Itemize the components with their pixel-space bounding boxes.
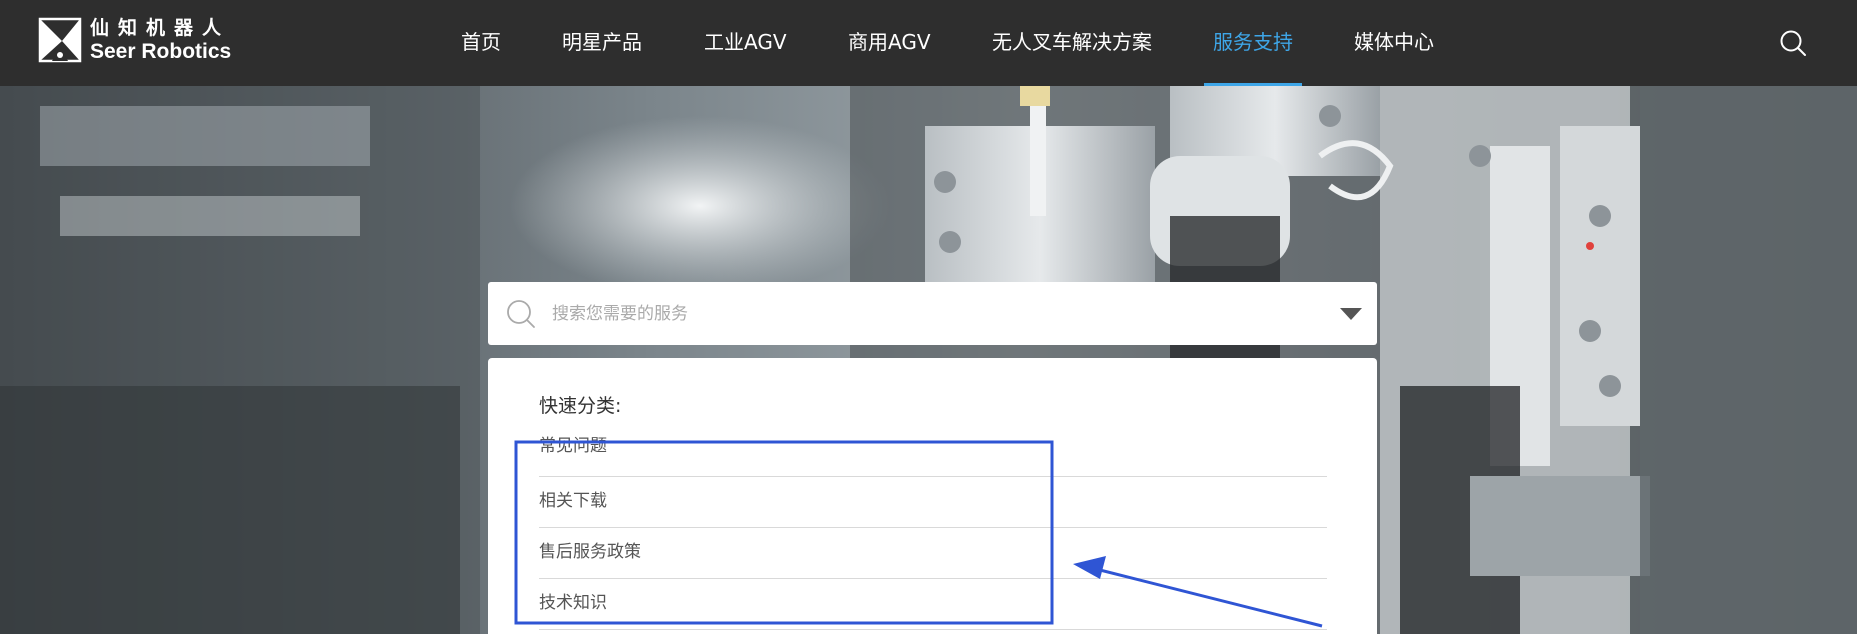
search-icon bbox=[507, 300, 535, 328]
caret-down-icon[interactable] bbox=[1340, 308, 1362, 320]
nav-item-industrial-agv[interactable]: 工业AGV bbox=[704, 0, 787, 86]
service-search-box bbox=[488, 282, 1377, 345]
nav-item-star-products[interactable]: 明星产品 bbox=[562, 0, 642, 86]
category-item-faq[interactable]: 常见问题 bbox=[539, 436, 1327, 477]
nav-item-commercial-agv[interactable]: 商用AGV bbox=[848, 0, 931, 86]
nav-item-home[interactable]: 首页 bbox=[461, 0, 501, 86]
quick-category-title: 快速分类: bbox=[539, 395, 622, 417]
main-nav: 首页 明星产品 工业AGV 商用AGV 无人叉车解决方案 服务支持 媒体中心 bbox=[0, 0, 1857, 86]
nav-item-media-center[interactable]: 媒体中心 bbox=[1354, 0, 1434, 86]
service-search-input[interactable] bbox=[552, 294, 1312, 334]
category-item-downloads[interactable]: 相关下载 bbox=[539, 477, 1327, 528]
nav-item-forklift-solutions[interactable]: 无人叉车解决方案 bbox=[992, 0, 1152, 86]
quick-category-list: 常见问题 相关下载 售后服务政策 技术知识 bbox=[539, 436, 1327, 630]
top-header: 仙知机器人 Seer Robotics 首页 明星产品 工业AGV 商用AGV … bbox=[0, 0, 1857, 86]
page: 仙知机器人 Seer Robotics 首页 明星产品 工业AGV 商用AGV … bbox=[0, 0, 1857, 634]
category-item-technical-knowledge[interactable]: 技术知识 bbox=[539, 579, 1327, 630]
category-item-after-sales-policy[interactable]: 售后服务政策 bbox=[539, 528, 1327, 579]
search-icon[interactable] bbox=[1778, 28, 1808, 58]
nav-item-service-support[interactable]: 服务支持 bbox=[1204, 0, 1302, 86]
quick-category-panel: 快速分类: 常见问题 相关下载 售后服务政策 技术知识 bbox=[488, 358, 1377, 634]
